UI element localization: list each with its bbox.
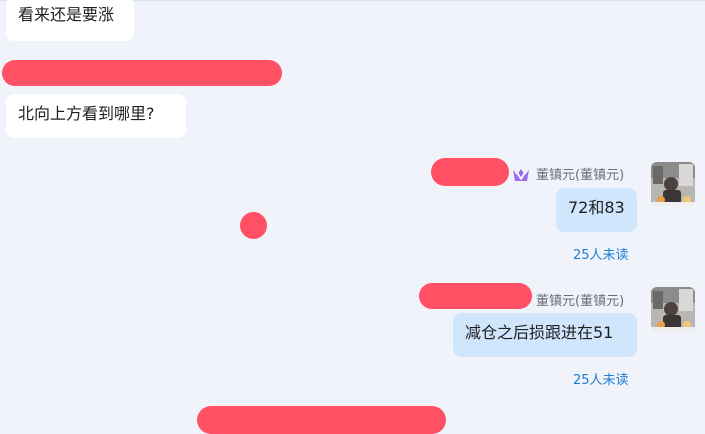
- incoming-message-bubble[interactable]: 北向上方看到哪里?: [6, 94, 186, 138]
- unread-count-link[interactable]: 25人未读: [573, 244, 629, 263]
- redacted-sender-name: [197, 406, 446, 434]
- outgoing-message-bubble[interactable]: 减仓之后损跟进在51: [453, 313, 637, 357]
- incoming-message-bubble[interactable]: 看来还是要涨: [6, 0, 134, 41]
- redaction-dot: [240, 212, 267, 239]
- avatar[interactable]: [651, 162, 695, 206]
- message-text: 减仓之后损跟进在51: [465, 323, 614, 342]
- vip-crown-icon: [513, 169, 529, 181]
- sender-name[interactable]: 董镇元(董镇元): [536, 164, 624, 183]
- sender-name[interactable]: 董镇元(董镇元): [536, 290, 624, 309]
- message-text: 北向上方看到哪里?: [18, 104, 155, 123]
- redacted-sender-name: [2, 60, 282, 86]
- unread-count-link[interactable]: 25人未读: [573, 369, 629, 388]
- message-text: 72和83: [568, 198, 625, 217]
- redacted-sender-prefix: [431, 158, 509, 186]
- outgoing-message-bubble[interactable]: 72和83: [556, 188, 637, 232]
- avatar-photo-icon: [651, 162, 695, 206]
- redacted-sender-prefix: [419, 283, 532, 309]
- message-text: 看来还是要涨: [18, 5, 115, 24]
- avatar-photo-icon: [651, 287, 695, 331]
- avatar[interactable]: [651, 287, 695, 331]
